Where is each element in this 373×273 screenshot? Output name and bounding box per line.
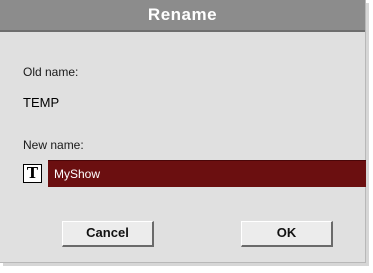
ok-button[interactable]: OK	[241, 221, 333, 247]
text-edit-icon[interactable]: T	[23, 164, 42, 183]
cancel-button[interactable]: Cancel	[62, 221, 154, 247]
rename-dialog: Rename Old name: TEMP New name: T MyShow…	[0, 0, 366, 263]
old-name-value: TEMP	[23, 95, 60, 110]
dialog-title: Rename	[147, 5, 218, 24]
new-name-label: New name:	[23, 138, 84, 152]
dialog-titlebar: Rename	[0, 0, 365, 32]
old-name-label: Old name:	[23, 65, 79, 79]
new-name-value: MyShow	[54, 167, 101, 181]
new-name-field[interactable]: MyShow	[48, 160, 366, 187]
